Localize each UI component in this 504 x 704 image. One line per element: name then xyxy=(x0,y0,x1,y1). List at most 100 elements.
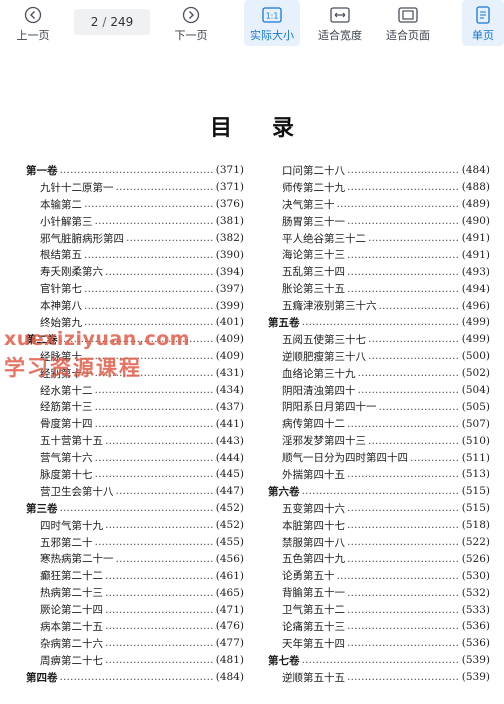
toc-entry[interactable]: 卫气第五十二…………………………………………………………………………………………… xyxy=(268,601,490,618)
toc-leader-dots: ………………………………………………………………………………………… xyxy=(347,536,460,549)
toc-entry[interactable]: 第一卷…………………………………………………………………………………………(37… xyxy=(26,162,244,179)
toc-entry-page: (444) xyxy=(215,451,244,464)
toc-entry[interactable]: 五癃津液别第三十六…………………………………………………………………………………… xyxy=(268,297,490,314)
toc-entry[interactable]: 寒热病第二十一………………………………………………………………………………………… xyxy=(26,550,244,567)
toc-entry[interactable]: 经水第十二…………………………………………………………………………………………(… xyxy=(26,382,244,399)
toc-entry[interactable]: 骨度第十四…………………………………………………………………………………………(… xyxy=(26,415,244,432)
toc-leader-dots: ………………………………………………………………………………………… xyxy=(94,215,214,228)
toc-entry[interactable]: 海论第三十三…………………………………………………………………………………………… xyxy=(268,246,490,263)
toc-entry[interactable]: 终始第九…………………………………………………………………………………………(4… xyxy=(26,314,244,331)
toc-entry[interactable]: 脉度第十七…………………………………………………………………………………………(… xyxy=(26,466,244,483)
toc-entry[interactable]: 平人绝谷第三十二……………………………………………………………………………………… xyxy=(268,230,490,247)
toc-entry[interactable]: 第三卷…………………………………………………………………………………………(45… xyxy=(26,500,244,517)
toc-entry[interactable]: 营气第十六…………………………………………………………………………………………(… xyxy=(26,449,244,466)
toc-entry[interactable]: 邪气脏腑病形第四……………………………………………………………………………………… xyxy=(26,230,244,247)
toc-entry[interactable]: 胀论第三十五…………………………………………………………………………………………… xyxy=(268,280,490,297)
toc-leader-dots: ………………………………………………………………………………………… xyxy=(94,536,214,549)
toc-leader-dots: ………………………………………………………………………………………… xyxy=(105,519,214,532)
toc-entry[interactable]: 厥论第二十四…………………………………………………………………………………………… xyxy=(26,601,244,618)
toc-entry-page: (441) xyxy=(215,417,244,430)
toc-entry-title: 五变第四十六 xyxy=(282,502,345,515)
single-page-button[interactable]: 单页 xyxy=(462,0,504,46)
toc-entry[interactable]: 淫邪发梦第四十三……………………………………………………………………………………… xyxy=(268,432,490,449)
prev-page-button[interactable]: 上一页 xyxy=(8,0,58,46)
toc-entry[interactable]: 五邪第二十…………………………………………………………………………………………(… xyxy=(26,534,244,551)
toc-entry[interactable]: 经筋第十三…………………………………………………………………………………………(… xyxy=(26,398,244,415)
chevron-right-icon xyxy=(182,6,200,24)
toc-entry[interactable]: 寿夭刚柔第六…………………………………………………………………………………………… xyxy=(26,263,244,280)
next-page-button[interactable]: 下一页 xyxy=(166,0,216,46)
toc-entry[interactable]: 外揣第四十五…………………………………………………………………………………………… xyxy=(268,466,490,483)
toc-leader-dots: ………………………………………………………………………………………… xyxy=(357,384,460,397)
toc-entry[interactable]: 小针解第三…………………………………………………………………………………………(… xyxy=(26,213,244,230)
toc-entry[interactable]: 第七卷…………………………………………………………………………………………(53… xyxy=(268,652,490,669)
page-title: 目录 xyxy=(209,115,334,141)
toc-entry-title: 顺气一日分为四时第四十四 xyxy=(282,452,408,465)
page-number-input[interactable]: 2 / 249 xyxy=(74,9,150,35)
toc-leader-dots: ………………………………………………………………………………………… xyxy=(59,502,214,515)
toc-entry[interactable]: 肠胃第三十一…………………………………………………………………………………………… xyxy=(268,213,490,230)
toc-entry-title: 淫邪发梦第四十三 xyxy=(282,435,366,448)
toc-entry[interactable]: 根结第五…………………………………………………………………………………………(3… xyxy=(26,246,244,263)
toc-entry-title: 五色第四十九 xyxy=(282,553,345,566)
toc-entry[interactable]: 阴阳清浊第四十………………………………………………………………………………………… xyxy=(268,382,490,399)
toc-entry-title: 阴阳系日月第四十一 xyxy=(282,401,377,414)
toc-entry[interactable]: 天年第五十四…………………………………………………………………………………………… xyxy=(268,635,490,652)
toc-entry[interactable]: 四时气第十九…………………………………………………………………………………………… xyxy=(26,517,244,534)
toc-entry[interactable]: 逆顺第五十五…………………………………………………………………………………………… xyxy=(268,669,490,686)
toc-entry[interactable]: 五十营第十五…………………………………………………………………………………………… xyxy=(26,432,244,449)
toc-leader-dots: ………………………………………………………………………………………… xyxy=(347,603,460,616)
toc-entry[interactable]: 五变第四十六…………………………………………………………………………………………… xyxy=(268,500,490,517)
toc-entry[interactable]: 经脉第十…………………………………………………………………………………………(4… xyxy=(26,348,244,365)
toc-entry-title: 禁服第四十八 xyxy=(282,536,345,549)
toc-entry[interactable]: 本神第八…………………………………………………………………………………………(3… xyxy=(26,297,244,314)
toc-entry[interactable]: 癫狂第二十二…………………………………………………………………………………………… xyxy=(26,567,244,584)
fit-width-button[interactable]: 适合宽度 xyxy=(312,0,368,46)
toc-entry[interactable]: 五色第四十九…………………………………………………………………………………………… xyxy=(268,550,490,567)
toc-entry[interactable]: 本脏第四十七…………………………………………………………………………………………… xyxy=(268,517,490,534)
toc-entry[interactable]: 第五卷…………………………………………………………………………………………(49… xyxy=(268,314,490,331)
toc-entry[interactable]: 阴阳系日月第四十一…………………………………………………………………………………… xyxy=(268,398,490,415)
actual-size-button[interactable]: 1:1 实际大小 xyxy=(244,0,300,46)
toc-leader-dots: ………………………………………………………………………………………… xyxy=(84,316,214,329)
toc-entry[interactable]: 经别第十一…………………………………………………………………………………………(… xyxy=(26,365,244,382)
toc-entry[interactable]: 第四卷…………………………………………………………………………………………(48… xyxy=(26,669,244,686)
toc-entry-title: 第七卷 xyxy=(268,654,300,667)
toc-entry-title: 四时气第十九 xyxy=(40,519,103,532)
toc-entry-title: 本神第八 xyxy=(40,300,82,313)
toc-entry-title: 天年第五十四 xyxy=(282,637,345,650)
toc-entry-title: 论痛第五十三 xyxy=(282,620,345,633)
toc-entry-title: 本脏第四十七 xyxy=(282,519,345,532)
toc-entry[interactable]: 师传第二十九…………………………………………………………………………………………… xyxy=(268,179,490,196)
toc-leader-dots: ………………………………………………………………………………………… xyxy=(347,671,460,684)
toc-entry-title: 阴阳清浊第四十 xyxy=(282,384,356,397)
toc-entry[interactable]: 逆顺肥瘦第三十八……………………………………………………………………………………… xyxy=(268,348,490,365)
toc-entry[interactable]: 热病第二十三…………………………………………………………………………………………… xyxy=(26,584,244,601)
toc-entry-title: 癫狂第二十二 xyxy=(40,570,103,583)
toc-entry[interactable]: 禁服第四十八…………………………………………………………………………………………… xyxy=(268,534,490,551)
toc-entry[interactable]: 官针第七…………………………………………………………………………………………(3… xyxy=(26,280,244,297)
toc-entry[interactable]: 第二卷…………………………………………………………………………………………(40… xyxy=(26,331,244,348)
toc-leader-dots: ………………………………………………………………………………………… xyxy=(59,333,214,346)
toc-leader-dots: ………………………………………………………………………………………… xyxy=(347,417,460,430)
toc-entry[interactable]: 决气第三十…………………………………………………………………………………………(… xyxy=(268,196,490,213)
toc-entry[interactable]: 五阅五使第三十七……………………………………………………………………………………… xyxy=(268,331,490,348)
toc-entry-page: (394) xyxy=(215,265,244,278)
toc-entry-page: (532) xyxy=(461,586,490,599)
toc-entry[interactable]: 第六卷…………………………………………………………………………………………(51… xyxy=(268,483,490,500)
toc-entry[interactable]: 口问第二十八…………………………………………………………………………………………… xyxy=(268,162,490,179)
toc-entry[interactable]: 背腧第五十一…………………………………………………………………………………………… xyxy=(268,584,490,601)
fit-page-button[interactable]: 适合页面 xyxy=(378,0,438,46)
toc-entry[interactable]: 周痹第二十七…………………………………………………………………………………………… xyxy=(26,652,244,669)
toc-entry[interactable]: 论勇第五十…………………………………………………………………………………………(… xyxy=(268,567,490,584)
toc-entry[interactable]: 营卫生会第十八………………………………………………………………………………………… xyxy=(26,483,244,500)
toc-entry[interactable]: 病本第二十五…………………………………………………………………………………………… xyxy=(26,618,244,635)
toc-entry[interactable]: 血络论第三十九………………………………………………………………………………………… xyxy=(268,365,490,382)
toc-entry[interactable]: 顺气一日分为四时第四十四…………………………………………………………………………… xyxy=(268,449,490,466)
toc-entry[interactable]: 九针十二原第一………………………………………………………………………………………… xyxy=(26,179,244,196)
toc-entry[interactable]: 五乱第三十四…………………………………………………………………………………………… xyxy=(268,263,490,280)
toc-entry[interactable]: 杂病第二十六…………………………………………………………………………………………… xyxy=(26,635,244,652)
toc-entry[interactable]: 论痛第五十三…………………………………………………………………………………………… xyxy=(268,618,490,635)
toc-entry[interactable]: 本输第二…………………………………………………………………………………………(3… xyxy=(26,196,244,213)
toc-entry[interactable]: 病传第四十二…………………………………………………………………………………………… xyxy=(268,415,490,432)
